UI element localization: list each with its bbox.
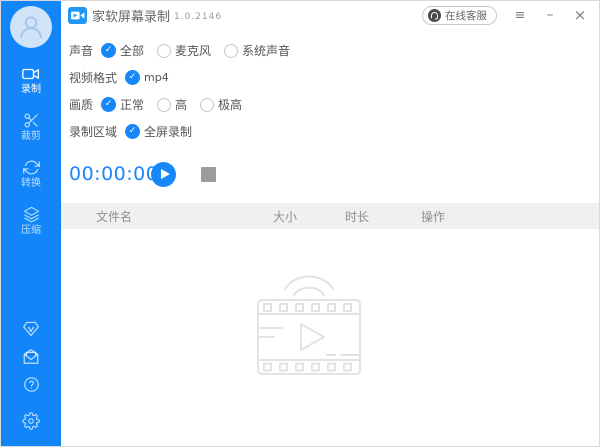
option-ultra-quality[interactable]: 极高 <box>200 96 242 113</box>
sidebar: 录制 裁剪 转换 <box>1 1 61 446</box>
quality-row: 画质 ✓ 正常 高 极高 <box>69 91 599 118</box>
column-duration: 时长 <box>345 208 421 225</box>
main-area: 家软屏幕录制 1.0.2146 在线客服 ≡ – × 声音 <box>61 1 599 446</box>
record-area-row: 录制区域 ✓ 全屏录制 <box>69 118 599 145</box>
empty-file-list <box>61 229 599 446</box>
titlebar: 家软屏幕录制 1.0.2146 在线客服 ≡ – × <box>61 1 599 29</box>
video-format-label: 视频格式 <box>69 69 117 86</box>
recorder-controls: 00:00:00 <box>61 161 599 187</box>
sidebar-item-convert[interactable]: 转换 <box>21 159 41 189</box>
start-record-button[interactable] <box>151 162 176 187</box>
record-area-options: ✓ 全屏录制 <box>125 123 192 140</box>
sidebar-item-label: 转换 <box>21 178 41 189</box>
play-icon <box>161 169 170 179</box>
option-fullscreen-record[interactable]: ✓ 全屏录制 <box>125 123 192 140</box>
column-size: 大小 <box>273 208 345 225</box>
headset-icon <box>428 9 441 22</box>
online-support-button[interactable]: 在线客服 <box>422 6 497 25</box>
radio-icon <box>157 44 171 58</box>
column-actions: 操作 <box>421 208 599 225</box>
quality-options: ✓ 正常 高 极高 <box>101 96 242 113</box>
radio-icon <box>224 44 238 58</box>
sidebar-nav: 录制 裁剪 转换 <box>21 66 41 236</box>
sound-row: 声音 ✓ 全部 麦克风 系统声音 <box>69 37 599 64</box>
sound-label: 声音 <box>69 42 93 59</box>
vip-diamond-icon[interactable] <box>22 321 40 337</box>
app-title: 家软屏幕录制 <box>92 6 170 25</box>
sidebar-bottom <box>22 321 40 430</box>
video-format-row: 视频格式 ✓ mp4 <box>69 64 599 91</box>
option-label: 全屏录制 <box>144 123 192 140</box>
settings-form: 声音 ✓ 全部 麦克风 系统声音 <box>61 29 599 145</box>
option-normal-quality[interactable]: ✓ 正常 <box>101 96 144 113</box>
stop-record-button[interactable] <box>201 167 216 182</box>
app-version: 1.0.2146 <box>174 12 222 22</box>
minimize-button[interactable]: – <box>535 2 565 28</box>
column-filename: 文件名 <box>61 208 273 225</box>
record-area-label: 录制区域 <box>69 123 117 140</box>
sidebar-item-label: 压缩 <box>21 225 41 236</box>
option-microphone[interactable]: 麦克风 <box>157 42 211 59</box>
app-logo-icon <box>68 7 87 24</box>
option-label: mp4 <box>144 71 169 84</box>
person-icon <box>16 12 46 42</box>
video-format-options: ✓ mp4 <box>125 70 169 85</box>
menu-button[interactable]: ≡ <box>505 2 535 28</box>
option-all-sound[interactable]: ✓ 全部 <box>101 42 144 59</box>
film-strip-icon <box>248 270 370 378</box>
convert-arrows-icon <box>23 159 40 176</box>
online-support-label: 在线客服 <box>445 8 487 23</box>
checked-radio-icon: ✓ <box>101 43 116 58</box>
quality-label: 画质 <box>69 96 93 113</box>
option-system-sound[interactable]: 系统声音 <box>224 42 290 59</box>
checked-radio-icon: ✓ <box>125 124 140 139</box>
layers-icon <box>23 206 40 223</box>
file-table-header: 文件名 大小 时长 操作 <box>61 203 599 229</box>
mail-icon[interactable] <box>22 348 40 365</box>
sidebar-item-record[interactable]: 录制 <box>21 66 41 95</box>
option-label: 正常 <box>120 96 144 113</box>
user-avatar[interactable] <box>10 6 52 48</box>
option-label: 麦克风 <box>175 42 211 59</box>
option-label: 全部 <box>120 42 144 59</box>
option-label: 系统声音 <box>242 42 290 59</box>
gear-icon[interactable] <box>22 412 40 430</box>
checked-radio-icon: ✓ <box>125 70 140 85</box>
sidebar-item-label: 裁剪 <box>21 131 41 142</box>
radio-icon <box>157 98 171 112</box>
scissors-icon <box>23 112 40 129</box>
sound-options: ✓ 全部 麦克风 系统声音 <box>101 42 290 59</box>
recording-timer: 00:00:00 <box>69 163 147 185</box>
option-mp4[interactable]: ✓ mp4 <box>125 70 169 85</box>
option-label: 高 <box>175 96 187 113</box>
sidebar-item-label: 录制 <box>21 84 41 95</box>
video-camera-icon <box>22 66 40 82</box>
checked-radio-icon: ✓ <box>101 97 116 112</box>
option-high-quality[interactable]: 高 <box>157 96 187 113</box>
sidebar-item-compress[interactable]: 压缩 <box>21 206 41 236</box>
sidebar-item-trim[interactable]: 裁剪 <box>21 112 41 142</box>
radio-icon <box>200 98 214 112</box>
help-icon[interactable] <box>23 376 40 393</box>
close-button[interactable]: × <box>565 2 595 28</box>
option-label: 极高 <box>218 96 242 113</box>
content: 声音 ✓ 全部 麦克风 系统声音 <box>61 29 599 446</box>
app-window: 录制 裁剪 转换 <box>0 0 600 447</box>
